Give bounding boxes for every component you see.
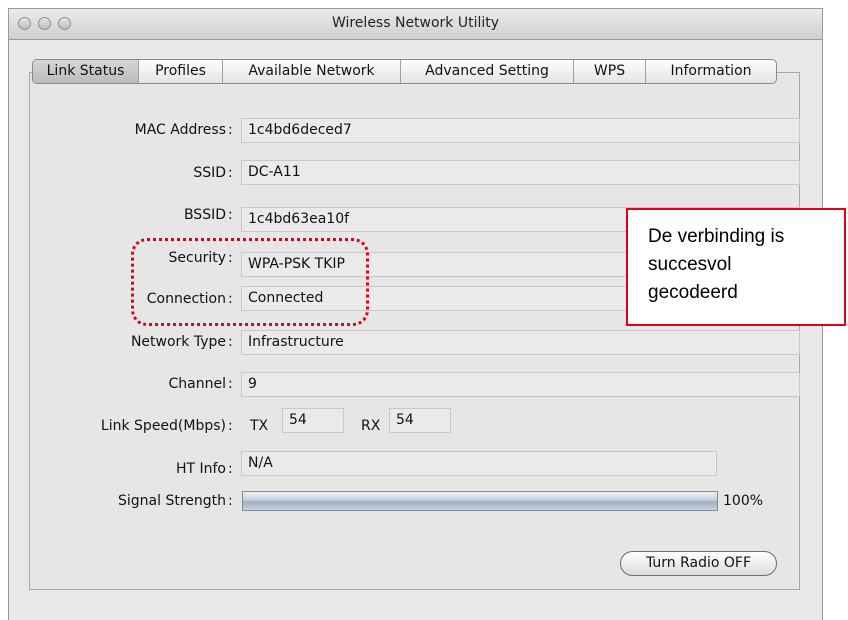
ht-info-field: N/A xyxy=(241,451,717,476)
signal-strength-label: Signal Strength xyxy=(117,493,226,509)
callout-line: gecodeerd xyxy=(648,282,738,303)
tab-profiles[interactable]: Profiles xyxy=(138,60,222,83)
network-type-field: Infrastructure xyxy=(241,330,800,355)
signal-strength-bar xyxy=(242,491,718,511)
label-colon: : xyxy=(228,207,233,223)
tab-information[interactable]: Information xyxy=(645,60,776,83)
callout-line: De verbinding is xyxy=(648,226,785,247)
tab-available-network[interactable]: Available Network xyxy=(222,60,400,83)
rx-label: RX xyxy=(361,418,381,434)
mac-address-label: MAC Address xyxy=(134,122,226,138)
link-speed-label: Link Speed(Mbps) xyxy=(100,418,226,434)
network-type-label: Network Type xyxy=(130,334,226,350)
callout-line: succesvol xyxy=(648,254,732,275)
annotation-callout: De verbinding is succesvol gecodeerd xyxy=(626,208,846,326)
ht-info-label: HT Info xyxy=(175,461,226,477)
label-colon: : xyxy=(228,122,233,138)
bssid-label: BSSID xyxy=(183,207,226,223)
turn-radio-off-button[interactable]: Turn Radio OFF xyxy=(620,551,777,576)
tab-wps[interactable]: WPS xyxy=(573,60,645,83)
tab-link-status[interactable]: Link Status xyxy=(33,60,138,83)
window-title: Wireless Network Utility xyxy=(331,15,500,31)
signal-strength-percent: 100% xyxy=(723,493,764,509)
tab-bar: Link Status Profiles Available Network A… xyxy=(32,59,777,84)
label-colon: : xyxy=(228,376,233,392)
mac-address-field: 1c4bd6deced7 xyxy=(241,118,800,143)
channel-label: Channel xyxy=(168,376,226,392)
tx-field: 54 xyxy=(282,408,344,433)
ssid-label: SSID xyxy=(193,165,226,181)
highlight-dotted-outline xyxy=(131,238,369,326)
channel-field: 9 xyxy=(241,372,800,397)
label-colon: : xyxy=(228,493,233,509)
tx-label: TX xyxy=(250,418,269,434)
rx-field: 54 xyxy=(389,408,451,433)
title-bar: Wireless Network Utility xyxy=(9,9,822,40)
ssid-field: DC-A11 xyxy=(241,160,800,185)
label-colon: : xyxy=(228,334,233,350)
tab-advanced-setting[interactable]: Advanced Setting xyxy=(400,60,573,83)
label-colon: : xyxy=(228,418,233,434)
label-colon: : xyxy=(228,165,233,181)
label-colon: : xyxy=(228,461,233,477)
